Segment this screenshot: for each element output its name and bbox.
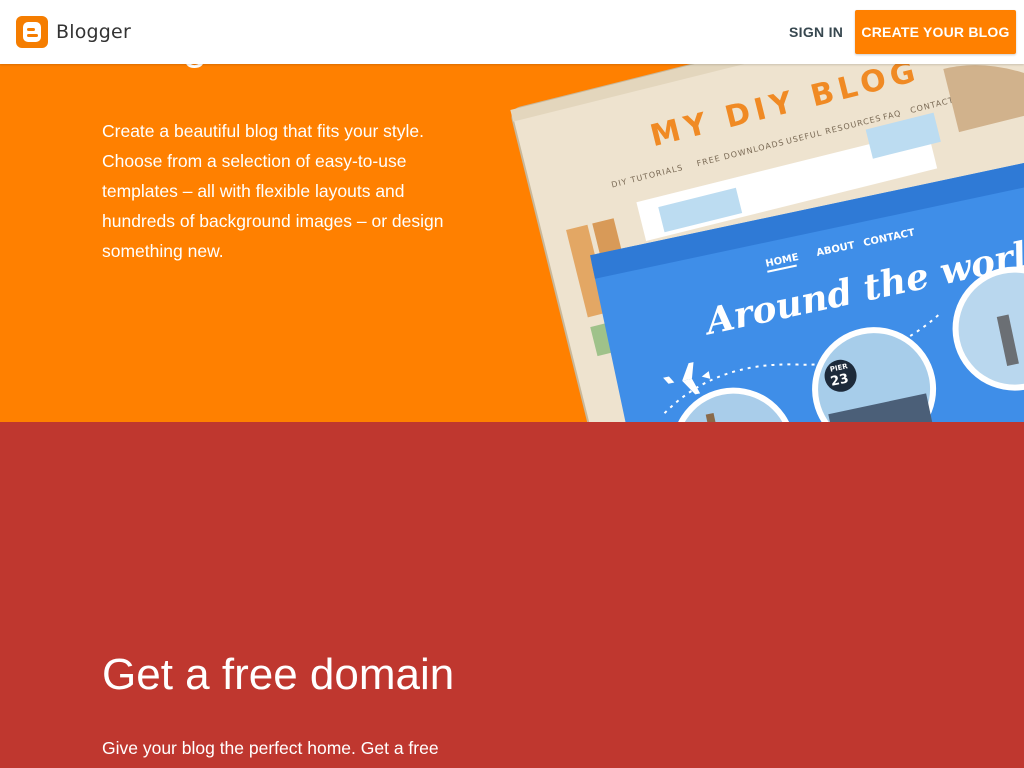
- blogger-logo-icon: [16, 16, 48, 48]
- blogger-logo[interactable]: Blogger: [16, 16, 131, 48]
- domain-section: Get a free domain Give your blog the per…: [0, 422, 1024, 768]
- blogger-logo-text: Blogger: [56, 21, 131, 43]
- sign-in-link[interactable]: SIGN IN: [789, 24, 843, 40]
- domain-heading: Get a free domain: [102, 650, 455, 699]
- create-blog-button[interactable]: CREATE YOUR BLOG: [855, 10, 1016, 54]
- domain-description: Give your blog the perfect home. Get a f…: [102, 738, 439, 758]
- top-header: Blogger SIGN IN CREATE YOUR BLOG: [0, 0, 1024, 64]
